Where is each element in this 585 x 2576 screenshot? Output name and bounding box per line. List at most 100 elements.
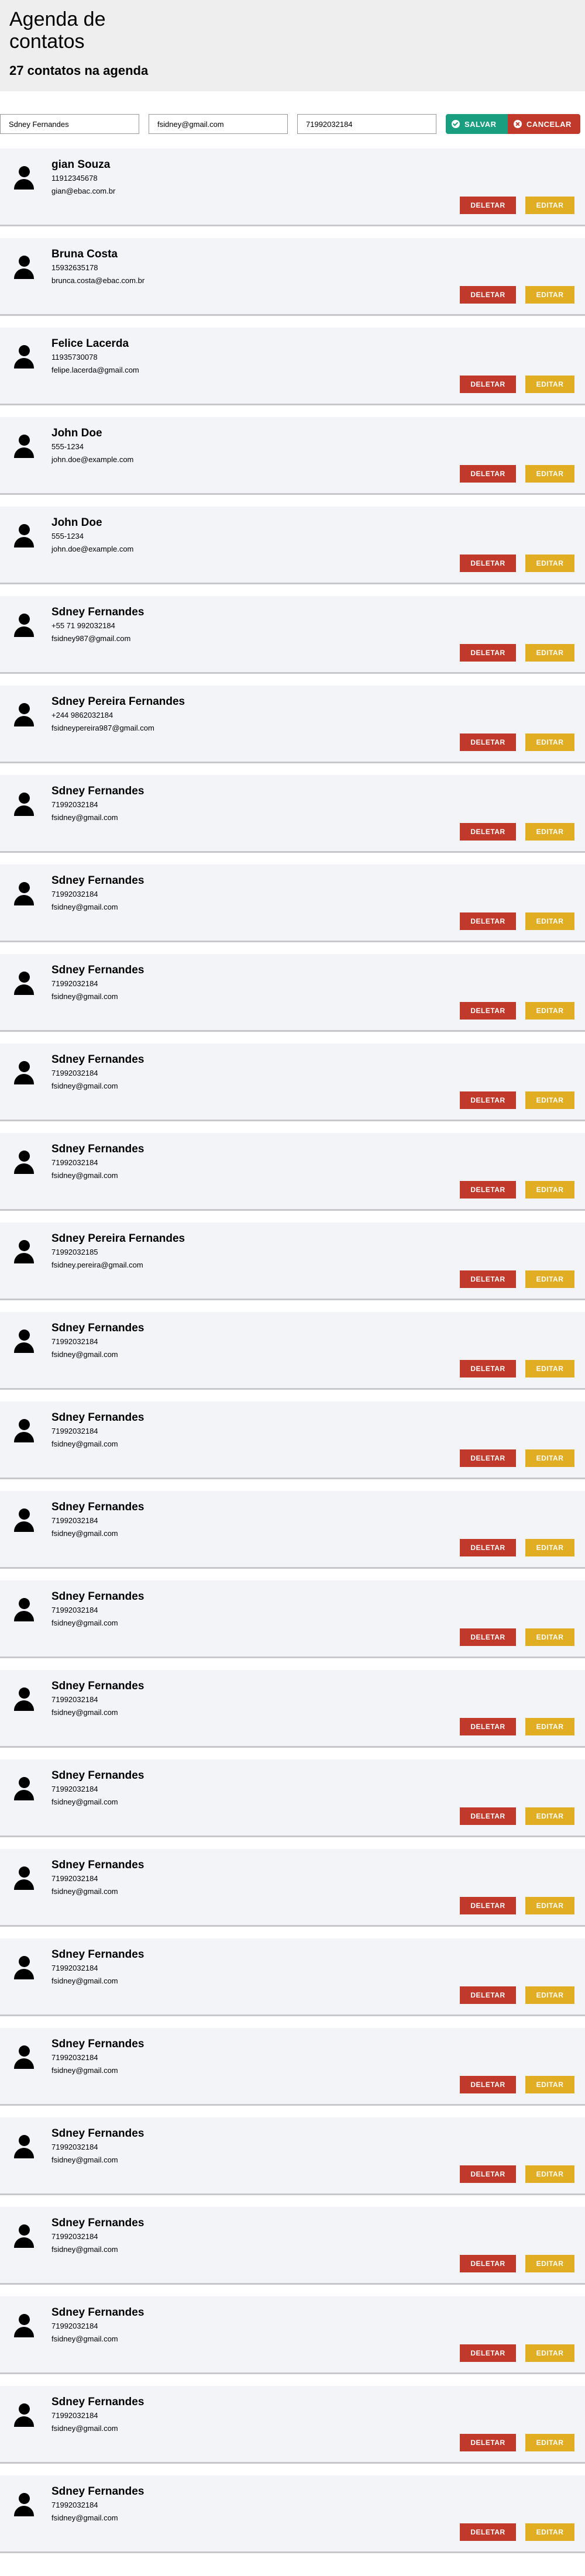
contact-email: felipe.lacerda@gmail.com [51, 366, 139, 374]
contact-actions: DELETAR EDITAR [460, 644, 574, 662]
person-icon [13, 1330, 35, 1354]
edit-button[interactable]: EDITAR [525, 2344, 574, 2362]
person-icon [13, 345, 35, 370]
edit-button[interactable]: EDITAR [525, 1628, 574, 1646]
person-icon [13, 1240, 35, 1265]
delete-button[interactable]: DELETAR [460, 1807, 516, 1825]
delete-button[interactable]: DELETAR [460, 1181, 516, 1199]
contact-card: Sdney Fernandes 71992032184 fsidney@gmai… [0, 1133, 585, 1211]
delete-button[interactable]: DELETAR [460, 912, 516, 930]
contact-phone: 71992032184 [51, 1785, 98, 1793]
contact-phone: 71992032184 [51, 1874, 98, 1883]
contact-phone: 71992032184 [51, 2143, 98, 2151]
person-icon [13, 1061, 35, 1086]
contact-phone: 71992032184 [51, 1964, 98, 1972]
name-input[interactable] [0, 114, 139, 134]
email-input[interactable] [149, 114, 288, 134]
contact-name: Sdney Fernandes [51, 606, 144, 618]
contact-phone: 71992032184 [51, 1695, 98, 1704]
delete-button[interactable]: DELETAR [460, 2523, 516, 2541]
delete-button[interactable]: DELETAR [460, 1718, 516, 1735]
delete-button[interactable]: DELETAR [460, 1360, 516, 1377]
edit-button[interactable]: EDITAR [525, 2434, 574, 2451]
delete-button[interactable]: DELETAR [460, 2434, 516, 2451]
delete-button[interactable]: DELETAR [460, 1002, 516, 1020]
edit-button[interactable]: EDITAR [525, 286, 574, 304]
edit-button[interactable]: EDITAR [525, 1091, 574, 1109]
edit-button[interactable]: EDITAR [525, 2076, 574, 2093]
delete-button[interactable]: DELETAR [460, 376, 516, 393]
edit-button[interactable]: EDITAR [525, 2165, 574, 2183]
contact-email: fsidney@gmail.com [51, 2245, 118, 2254]
delete-button[interactable]: DELETAR [460, 823, 516, 841]
save-label: SALVAR [464, 119, 497, 129]
delete-button[interactable]: DELETAR [460, 197, 516, 214]
delete-button[interactable]: DELETAR [460, 1986, 516, 2004]
delete-button[interactable]: DELETAR [460, 465, 516, 483]
edit-button[interactable]: EDITAR [525, 1539, 574, 1556]
person-icon [13, 1688, 35, 1712]
edit-button[interactable]: EDITAR [525, 1449, 574, 1467]
edit-button[interactable]: EDITAR [525, 555, 574, 572]
contact-name: gian Souza [51, 159, 111, 171]
check-circle-icon [452, 120, 460, 128]
delete-button[interactable]: DELETAR [460, 644, 516, 662]
contact-card: Sdney Fernandes 71992032184 fsidney@gmai… [0, 775, 585, 853]
delete-button[interactable]: DELETAR [460, 1091, 516, 1109]
edit-button[interactable]: EDITAR [525, 1002, 574, 1020]
edit-button[interactable]: EDITAR [525, 1270, 574, 1288]
delete-button[interactable]: DELETAR [460, 2255, 516, 2272]
cancel-button[interactable]: CANCELAR [508, 114, 580, 134]
delete-button[interactable]: DELETAR [460, 1270, 516, 1288]
edit-button[interactable]: EDITAR [525, 644, 574, 662]
person-icon [13, 2224, 35, 2249]
edit-button[interactable]: EDITAR [525, 1986, 574, 2004]
edit-button[interactable]: EDITAR [525, 2255, 574, 2272]
delete-button[interactable]: DELETAR [460, 286, 516, 304]
edit-button[interactable]: EDITAR [525, 1181, 574, 1199]
contact-card: Sdney Fernandes 71992032184 fsidney@gmai… [0, 954, 585, 1032]
edit-button[interactable]: EDITAR [525, 1807, 574, 1825]
contact-name: Sdney Fernandes [51, 2485, 144, 2498]
contact-name: Sdney Fernandes [51, 1680, 144, 1692]
contact-name: Felice Lacerda [51, 338, 129, 350]
contact-name: John Doe [51, 516, 102, 529]
close-circle-icon [514, 120, 522, 128]
contact-card: John Doe 555-1234 john.doe@example.com D… [0, 507, 585, 584]
edit-button[interactable]: EDITAR [525, 823, 574, 841]
contact-email: fsidney@gmail.com [51, 2155, 118, 2164]
delete-button[interactable]: DELETAR [460, 2344, 516, 2362]
contact-email: fsidney@gmail.com [51, 1439, 118, 1448]
contact-name: Sdney Fernandes [51, 1053, 144, 1066]
edit-button[interactable]: EDITAR [525, 2523, 574, 2541]
phone-input[interactable] [297, 114, 436, 134]
contact-email: fsidney@gmail.com [51, 1171, 118, 1180]
page-title: Agenda de contatos [9, 8, 106, 53]
contact-phone: 71992032184 [51, 1606, 98, 1614]
delete-button[interactable]: DELETAR [460, 733, 516, 751]
contact-email: fsidney@gmail.com [51, 1082, 118, 1090]
contact-name: Sdney Fernandes [51, 2217, 144, 2229]
edit-button[interactable]: EDITAR [525, 1897, 574, 1914]
delete-button[interactable]: DELETAR [460, 1628, 516, 1646]
delete-button[interactable]: DELETAR [460, 2165, 516, 2183]
delete-button[interactable]: DELETAR [460, 1539, 516, 1556]
delete-button[interactable]: DELETAR [460, 2076, 516, 2093]
edit-button[interactable]: EDITAR [525, 733, 574, 751]
edit-button[interactable]: EDITAR [525, 1360, 574, 1377]
contact-info: Sdney Fernandes 71992032184 fsidney@gmai… [51, 874, 144, 914]
edit-button[interactable]: EDITAR [525, 376, 574, 393]
delete-button[interactable]: DELETAR [460, 1449, 516, 1467]
contact-name: Sdney Fernandes [51, 874, 144, 887]
edit-button[interactable]: EDITAR [525, 1718, 574, 1735]
delete-button[interactable]: DELETAR [460, 1897, 516, 1914]
contact-phone: 71992032184 [51, 890, 98, 898]
edit-button[interactable]: EDITAR [525, 197, 574, 214]
person-icon [13, 435, 35, 459]
edit-button[interactable]: EDITAR [525, 465, 574, 483]
edit-button[interactable]: EDITAR [525, 912, 574, 930]
contact-name: John Doe [51, 427, 102, 439]
page-header: Agenda de contatos 27 contatos na agenda [0, 0, 585, 91]
save-button[interactable]: SALVAR [446, 114, 508, 134]
delete-button[interactable]: DELETAR [460, 555, 516, 572]
